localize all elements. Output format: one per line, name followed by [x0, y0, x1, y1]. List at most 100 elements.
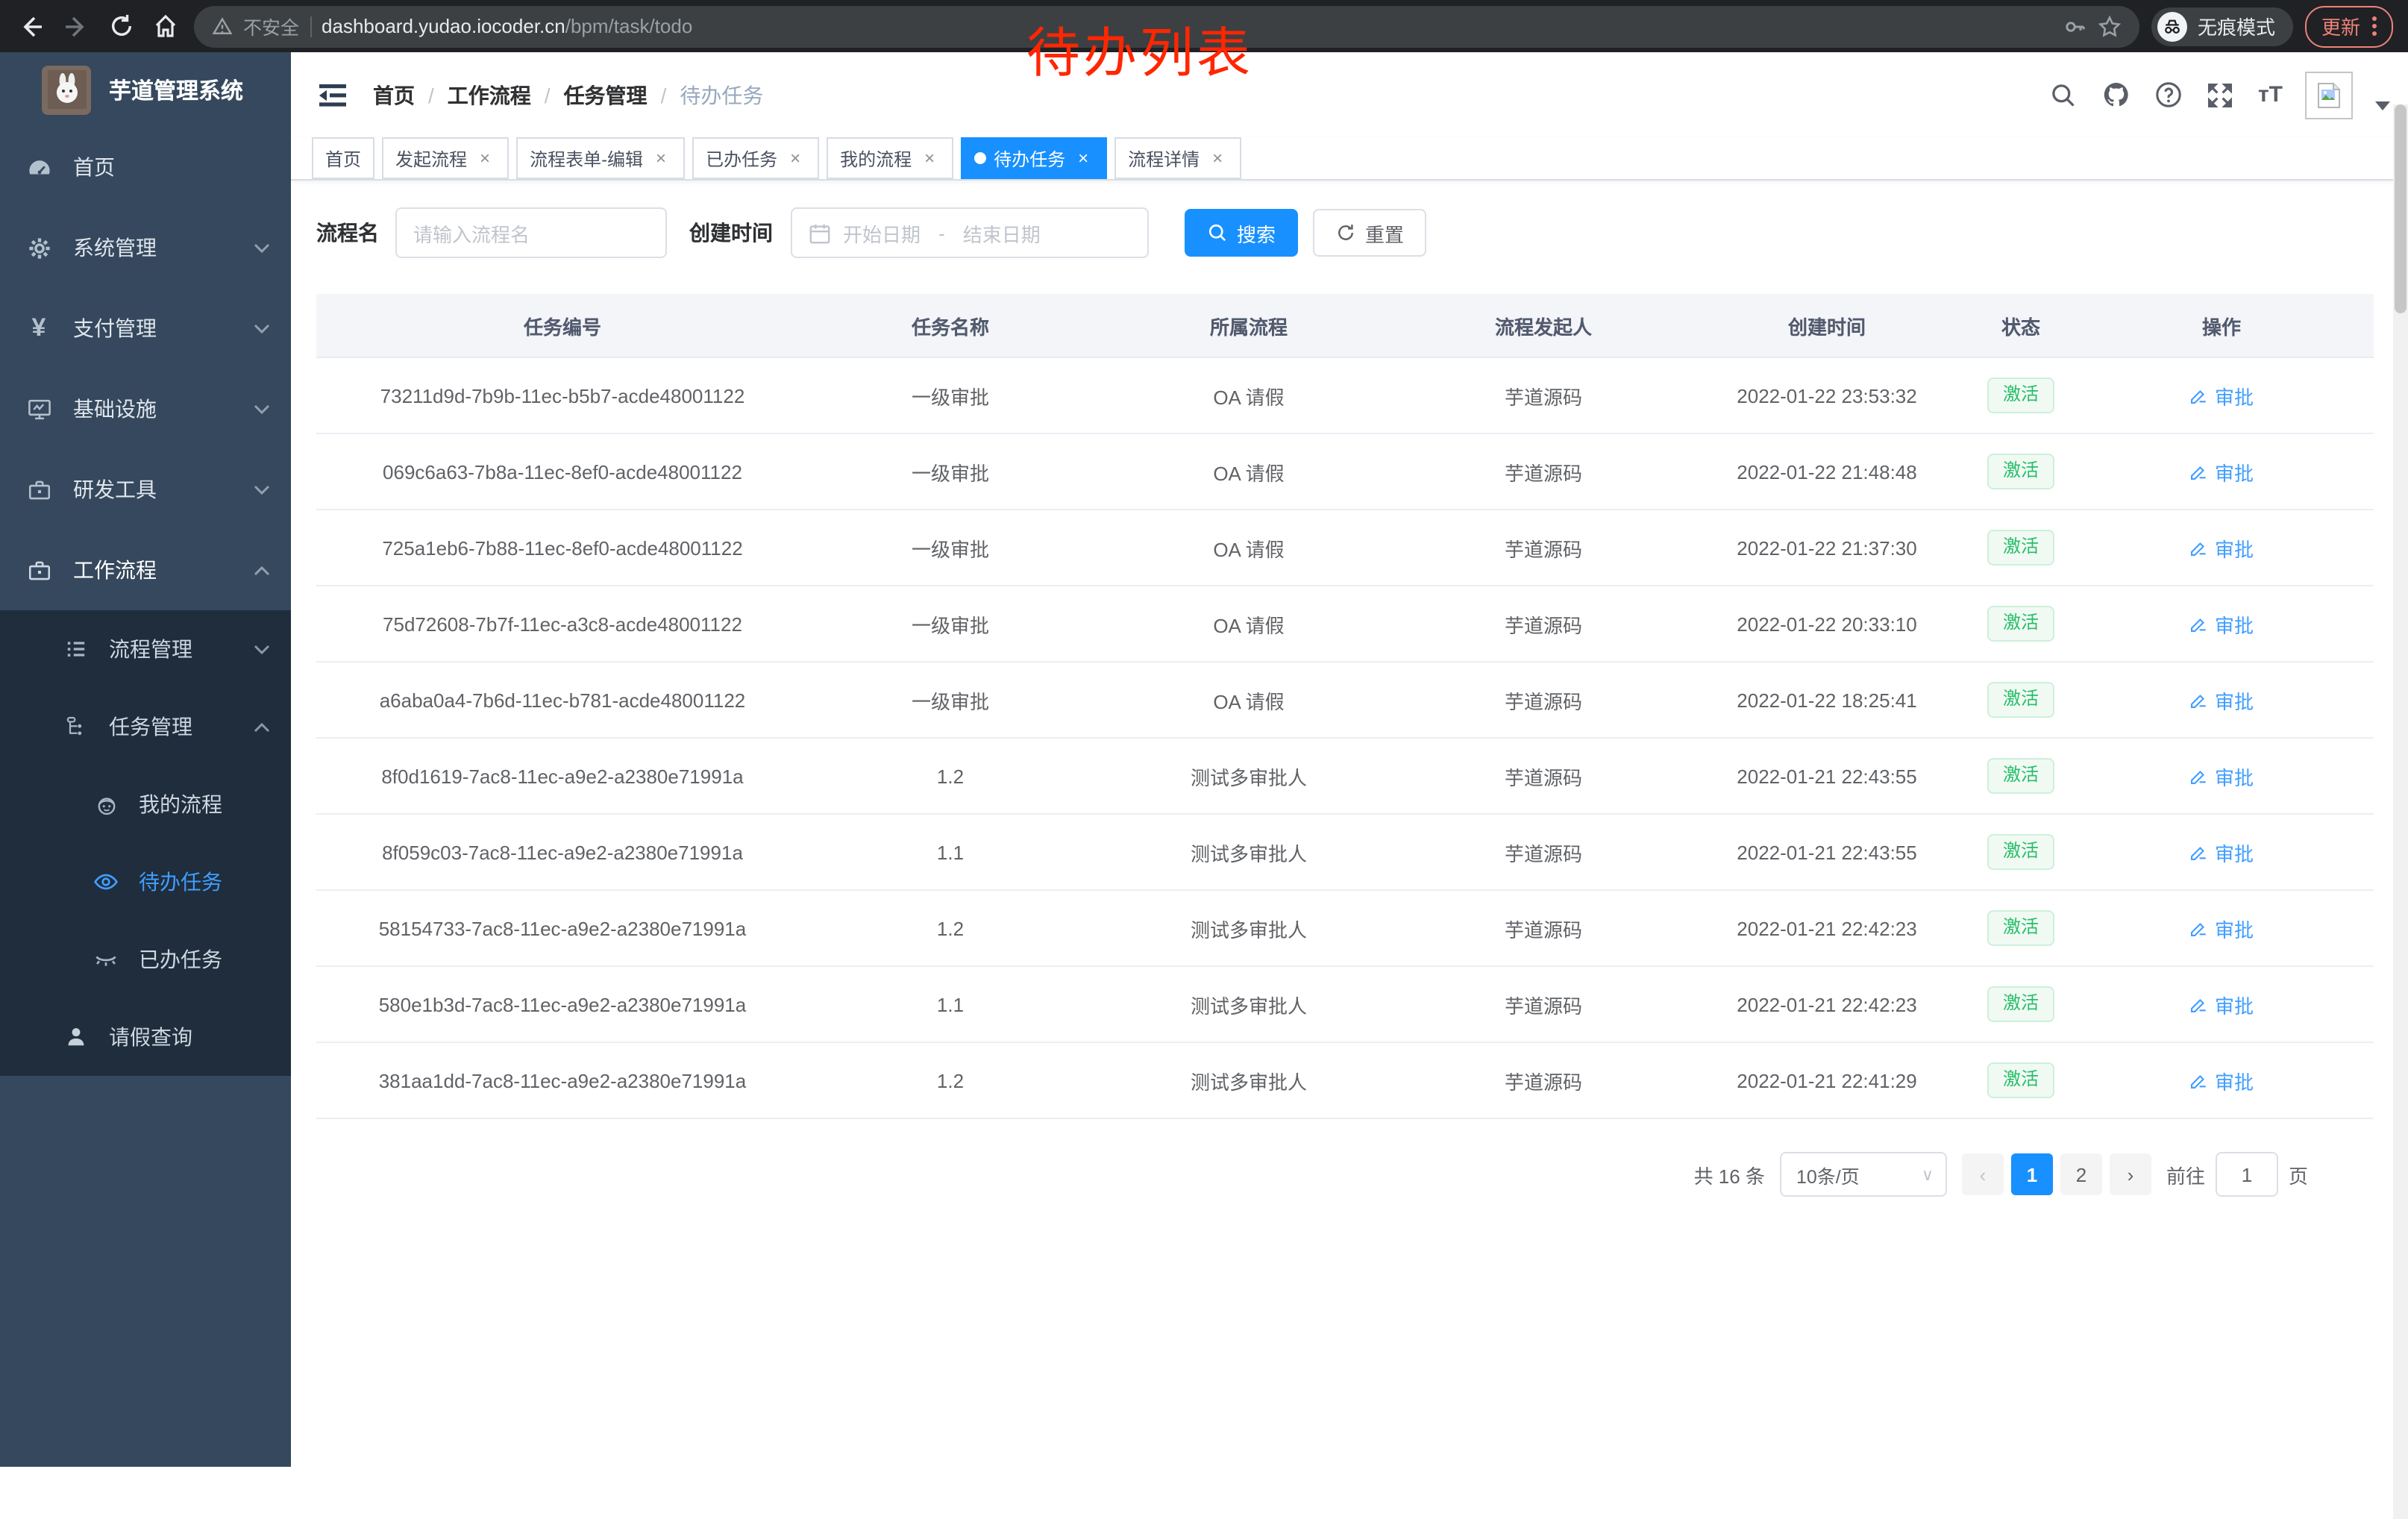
cell-initiator: 芋道源码 — [1405, 966, 1681, 1042]
breadcrumb-task-mgmt[interactable]: 任务管理 — [564, 80, 648, 110]
page-1-button[interactable]: 1 — [2011, 1153, 2053, 1195]
sidebar-collapse-icon[interactable] — [316, 78, 349, 111]
date-range-input[interactable]: 开始日期 - 结束日期 — [791, 207, 1149, 258]
status-badge: 激活 — [1988, 910, 2054, 946]
bookmark-star-icon[interactable] — [2098, 14, 2122, 38]
security-label[interactable]: 不安全 — [243, 12, 299, 40]
tab-form-edit[interactable]: 流程表单-编辑× — [516, 137, 685, 179]
cell-action: 审批 — [2069, 1042, 2374, 1118]
github-icon[interactable] — [2101, 80, 2131, 110]
sidebar-item-label: 基础设施 — [73, 394, 157, 424]
sidebar-item-home[interactable]: 首页 — [0, 127, 291, 207]
forward-icon[interactable] — [60, 10, 93, 43]
page-2-button[interactable]: 2 — [2060, 1153, 2102, 1195]
sidebar-item-my-process[interactable]: 我的流程 — [0, 765, 291, 843]
close-icon[interactable]: × — [1073, 148, 1094, 169]
sidebar-item-dev[interactable]: 研发工具 — [0, 449, 291, 530]
table-row[interactable]: 725a1eb6-7b88-11ec-8ef0-acde48001122 一级审… — [316, 510, 2374, 586]
table-row[interactable]: 8f0d1619-7ac8-11ec-a9e2-a2380e71991a 1.2… — [316, 738, 2374, 814]
sidebar-logo[interactable]: 芋道管理系统 — [0, 52, 291, 127]
search-button[interactable]: 搜索 — [1185, 209, 1298, 257]
cell-initiator: 芋道源码 — [1405, 662, 1681, 738]
back-icon[interactable] — [15, 10, 48, 43]
status-badge: 激活 — [1988, 834, 2054, 870]
close-icon[interactable]: × — [474, 148, 495, 169]
tab-done-task[interactable]: 已办任务× — [692, 137, 819, 179]
avatar-caret-icon[interactable] — [2375, 101, 2390, 110]
tab-start-process[interactable]: 发起流程× — [382, 137, 509, 179]
reset-button[interactable]: 重置 — [1313, 209, 1426, 257]
status-badge: 激活 — [1988, 378, 2054, 413]
breadcrumb-home[interactable]: 首页 — [373, 80, 415, 110]
reload-icon[interactable] — [104, 10, 137, 43]
sidebar-item-todo-task[interactable]: 待办任务 — [0, 843, 291, 921]
cell-created: 2022-01-22 21:48:48 — [1681, 433, 1972, 510]
table-row[interactable]: 580e1b3d-7ac8-11ec-a9e2-a2380e71991a 1.1… — [316, 966, 2374, 1042]
table-row[interactable]: 75d72608-7b7f-11ec-a3c8-acde48001122 一级审… — [316, 586, 2374, 662]
search-icon[interactable] — [2049, 80, 2079, 110]
tab-process-detail[interactable]: 流程详情× — [1114, 137, 1241, 179]
sidebar-item-label: 工作流程 — [73, 555, 157, 585]
cell-created: 2022-01-22 21:37:30 — [1681, 510, 1972, 586]
cell-initiator: 芋道源码 — [1405, 890, 1681, 966]
approve-link[interactable]: 审批 — [2189, 1066, 2254, 1094]
breadcrumb-workflow[interactable]: 工作流程 — [448, 80, 531, 110]
sidebar-item-done-task[interactable]: 已办任务 — [0, 921, 291, 998]
prev-page-button[interactable]: ‹ — [1962, 1153, 2004, 1195]
approve-link[interactable]: 审批 — [2189, 762, 2254, 790]
approve-link[interactable]: 审批 — [2189, 914, 2254, 942]
font-size-icon[interactable]: тT — [2258, 82, 2283, 107]
process-name-input[interactable]: 请输入流程名 — [395, 207, 667, 258]
table-row[interactable]: 8f059c03-7ac8-11ec-a9e2-a2380e71991a 1.1… — [316, 814, 2374, 890]
approve-link[interactable]: 审批 — [2189, 838, 2254, 866]
sidebar-item-infra[interactable]: 基础设施 — [0, 369, 291, 449]
page-size-select[interactable]: 10条/页 ∨ — [1780, 1152, 1947, 1197]
scrollbar-thumb[interactable] — [2395, 104, 2407, 313]
tab-todo-task[interactable]: 待办任务× — [961, 137, 1107, 179]
approve-link[interactable]: 审批 — [2189, 686, 2254, 714]
close-icon[interactable]: × — [650, 148, 671, 169]
browser-scrollbar[interactable] — [2393, 104, 2408, 1519]
approve-link[interactable]: 审批 — [2189, 990, 2254, 1018]
avatar[interactable] — [2305, 71, 2353, 119]
cell-action: 审批 — [2069, 890, 2374, 966]
address-bar[interactable]: 不安全 dashboard.yudao.iocoder.cn/bpm/task/… — [194, 5, 2139, 47]
approve-link[interactable]: 审批 — [2189, 610, 2254, 638]
sidebar-item-system[interactable]: 系统管理 — [0, 207, 291, 288]
next-page-button[interactable]: › — [2110, 1153, 2151, 1195]
screen: 不安全 dashboard.yudao.iocoder.cn/bpm/task/… — [0, 0, 2408, 1467]
cell-action: 审批 — [2069, 662, 2374, 738]
goto-page-input[interactable]: 1 — [2216, 1152, 2278, 1197]
approve-link[interactable]: 审批 — [2189, 533, 2254, 562]
url-text[interactable]: dashboard.yudao.iocoder.cn/bpm/task/todo — [322, 15, 692, 37]
sidebar-item-task-mgmt[interactable]: 任务管理 — [0, 688, 291, 765]
approve-link[interactable]: 审批 — [2189, 457, 2254, 486]
approve-link[interactable]: 审批 — [2189, 381, 2254, 410]
cell-initiator: 芋道源码 — [1405, 510, 1681, 586]
password-key-icon[interactable] — [2063, 14, 2087, 38]
home-icon[interactable] — [149, 10, 182, 43]
tab-home[interactable]: 首页 — [312, 137, 374, 179]
close-icon[interactable]: × — [785, 148, 806, 169]
tab-my-process[interactable]: 我的流程× — [827, 137, 953, 179]
chevron-up-icon — [254, 721, 270, 732]
table-row[interactable]: 069c6a63-7b8a-11ec-8ef0-acde48001122 一级审… — [316, 433, 2374, 510]
update-button[interactable]: 更新 — [2305, 5, 2393, 47]
chevron-up-icon — [254, 565, 270, 575]
chevron-down-icon — [254, 484, 270, 495]
help-icon[interactable] — [2154, 80, 2183, 110]
sidebar-item-workflow[interactable]: 工作流程 — [0, 530, 291, 610]
cell-status: 激活 — [1972, 1042, 2069, 1118]
table-row[interactable]: 73211d9d-7b9b-11ec-b5b7-acde48001122 一级审… — [316, 357, 2374, 433]
sidebar-item-process-mgmt[interactable]: 流程管理 — [0, 610, 291, 688]
fullscreen-icon[interactable] — [2206, 80, 2236, 110]
sidebar-item-leave-query[interactable]: 请假查询 — [0, 998, 291, 1076]
table-row[interactable]: 58154733-7ac8-11ec-a9e2-a2380e71991a 1.2… — [316, 890, 2374, 966]
close-icon[interactable]: × — [1207, 148, 1228, 169]
close-icon[interactable]: × — [919, 148, 940, 169]
table-row[interactable]: 381aa1dd-7ac8-11ec-a9e2-a2380e71991a 1.2… — [316, 1042, 2374, 1118]
sidebar-item-pay[interactable]: ¥ 支付管理 — [0, 288, 291, 369]
cell-action: 审批 — [2069, 966, 2374, 1042]
table-row[interactable]: a6aba0a4-7b6d-11ec-b781-acde48001122 一级审… — [316, 662, 2374, 738]
browser-menu-icon[interactable] — [2372, 16, 2377, 36]
